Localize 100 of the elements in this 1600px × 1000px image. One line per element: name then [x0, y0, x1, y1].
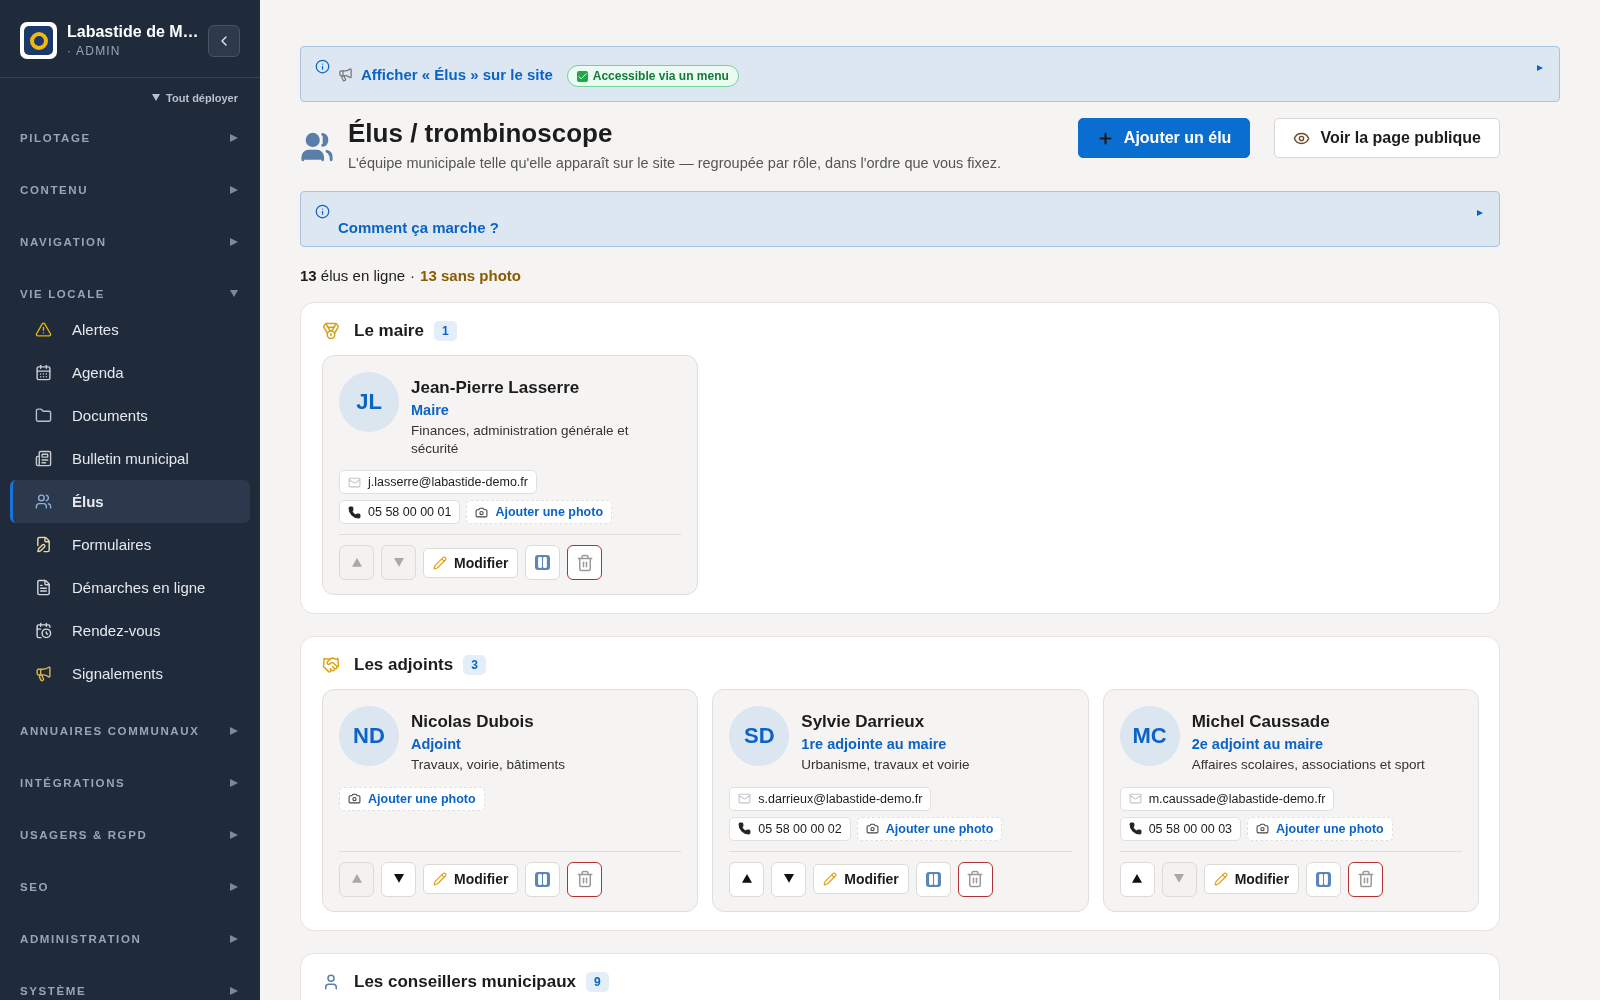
no-photo-count: 13 sans photo [420, 267, 521, 284]
info-icon [315, 59, 330, 74]
avatar-initials: JL [339, 372, 399, 432]
member-name: Sylvie Darrieux [801, 712, 926, 733]
envelope-icon [738, 792, 752, 806]
group-title: Le maire [354, 321, 424, 341]
delete-button[interactable] [567, 861, 603, 897]
users-icon [300, 130, 334, 164]
page-subtitle: L'équipe municipale telle qu'elle apparaît sur le site — regroupée par rôle, dans l'ordre que vous fixez. [348, 155, 1003, 171]
camera-icon [475, 505, 489, 519]
down-triangle-icon [783, 874, 794, 885]
member-name: Jean-Pierre Lasserre [411, 378, 581, 398]
avatar-initials: MC [1119, 706, 1180, 767]
down-triangle-icon [393, 874, 404, 885]
edit-button[interactable]: Modifier [813, 864, 909, 895]
nav-section-header[interactable]: SEO [0, 861, 260, 913]
add-photo-link[interactable]: Ajouter une photo [856, 816, 1003, 841]
camera-icon [348, 792, 361, 806]
site-name: Labastide de M… [67, 23, 198, 41]
megaphone-icon [338, 67, 353, 82]
nav-item[interactable]: Agenda [10, 351, 250, 394]
show-on-site-link[interactable]: Afficher « Élus » sur le site [361, 66, 553, 83]
pause-button[interactable] [525, 545, 561, 581]
pencil-icon [433, 555, 447, 570]
nav-item[interactable]: Documents [10, 394, 250, 437]
document-icon [35, 579, 52, 596]
move-up-button[interactable] [729, 861, 765, 897]
nav-item[interactable]: Démarches en ligne [10, 566, 250, 609]
move-up-button[interactable] [1119, 861, 1155, 897]
email-chip: s.darrieux@labastide-demo.fr [729, 786, 932, 811]
email-chip: j.lasserre@labastide-demo.fr [339, 470, 537, 495]
camera-icon [1256, 822, 1270, 836]
move-down-button[interactable] [381, 861, 416, 897]
add-photo-link[interactable]: Ajouter une photo [1247, 816, 1393, 841]
right-triangle-icon [230, 883, 238, 891]
calendar-icon [35, 622, 52, 639]
email-chip: m.caussade@labastide-demo.fr [1119, 786, 1335, 811]
avatar-initials: ND [339, 706, 399, 767]
right-triangle-icon [230, 134, 238, 142]
phone-icon [348, 505, 361, 519]
pause-icon [535, 555, 551, 571]
medal-icon [322, 322, 340, 340]
pause-icon [925, 871, 941, 887]
right-triangle-icon [230, 779, 238, 787]
member-role: 2e adjoint au maire [1191, 736, 1324, 753]
nav-section-header[interactable]: SYSTÈME [0, 965, 260, 1000]
pencil-icon [1213, 872, 1228, 887]
nav-section-header[interactable]: USAGERS & RGPD [0, 809, 260, 861]
up-triangle-icon [1132, 874, 1143, 885]
add-button[interactable]: Ajouter un élu [1077, 118, 1251, 158]
right-triangle-icon [230, 987, 238, 995]
nav-item[interactable]: Élus [10, 480, 250, 523]
pause-button[interactable] [525, 861, 561, 897]
trash-icon [575, 870, 594, 889]
trash-icon [1356, 870, 1375, 889]
add-photo-link[interactable]: Ajouter une photo [466, 500, 613, 525]
expand-all-button[interactable]: Tout déployer [152, 92, 238, 104]
nav-item[interactable]: Rendez-vous [10, 609, 250, 652]
nav-section-header[interactable]: NAVIGATION [0, 216, 260, 268]
delete-button[interactable] [957, 861, 993, 897]
status-badge: Accessible via un menu [566, 65, 739, 87]
pause-button[interactable] [915, 861, 951, 897]
edit-button[interactable]: Modifier [423, 547, 519, 578]
view-public-page-button[interactable]: Voir la page publique [1274, 118, 1500, 158]
nav-item[interactable]: Formulaires [10, 523, 250, 566]
handshake-icon [322, 656, 340, 675]
add-photo-link[interactable]: Ajouter une photo [339, 786, 485, 811]
folder-icon [35, 407, 52, 424]
nav-item[interactable]: Signalements [10, 652, 250, 695]
pause-button[interactable] [1306, 861, 1342, 897]
pencil-icon [823, 872, 838, 887]
right-triangle-icon [1537, 65, 1543, 71]
nav-section-header[interactable]: CONTENU [0, 164, 260, 216]
nav-item[interactable]: Bulletin municipal [10, 437, 250, 480]
member-role: Maire [411, 402, 450, 418]
count-badge: 9 [586, 971, 609, 992]
nav-section-header[interactable]: INTÉGRATIONS [0, 757, 260, 809]
logo-icon [20, 22, 57, 59]
nav-section-header[interactable]: ANNUAIRES COMMUNAUX [0, 705, 260, 757]
envelope-icon [1128, 792, 1142, 806]
pause-icon [1316, 871, 1332, 887]
edit-button[interactable]: Modifier [423, 864, 519, 895]
nav-section-header[interactable]: PILOTAGE [0, 112, 260, 164]
delete-button[interactable] [567, 545, 603, 581]
right-triangle-icon [230, 186, 238, 194]
edit-button[interactable]: Modifier [1203, 864, 1300, 895]
collapse-button[interactable] [208, 24, 240, 57]
count-badge: 3 [463, 655, 486, 676]
member-name: Michel Caussade [1191, 712, 1331, 733]
right-triangle-icon [230, 727, 238, 735]
newspaper-icon [35, 450, 52, 467]
delete-button[interactable] [1348, 861, 1384, 897]
nav-section-header[interactable]: ADMINISTRATION [0, 913, 260, 965]
avatar-initials: SD [729, 706, 790, 767]
online-count: 13 élus en ligne [300, 267, 406, 284]
phone-chip: 05 58 00 00 01 [339, 500, 461, 525]
help-link[interactable]: Comment ça marche ? [338, 219, 499, 236]
member-description: Affaires scolaires, associations et sport [1191, 756, 1425, 775]
camera-icon [865, 822, 879, 836]
move-down-button[interactable] [771, 861, 807, 897]
